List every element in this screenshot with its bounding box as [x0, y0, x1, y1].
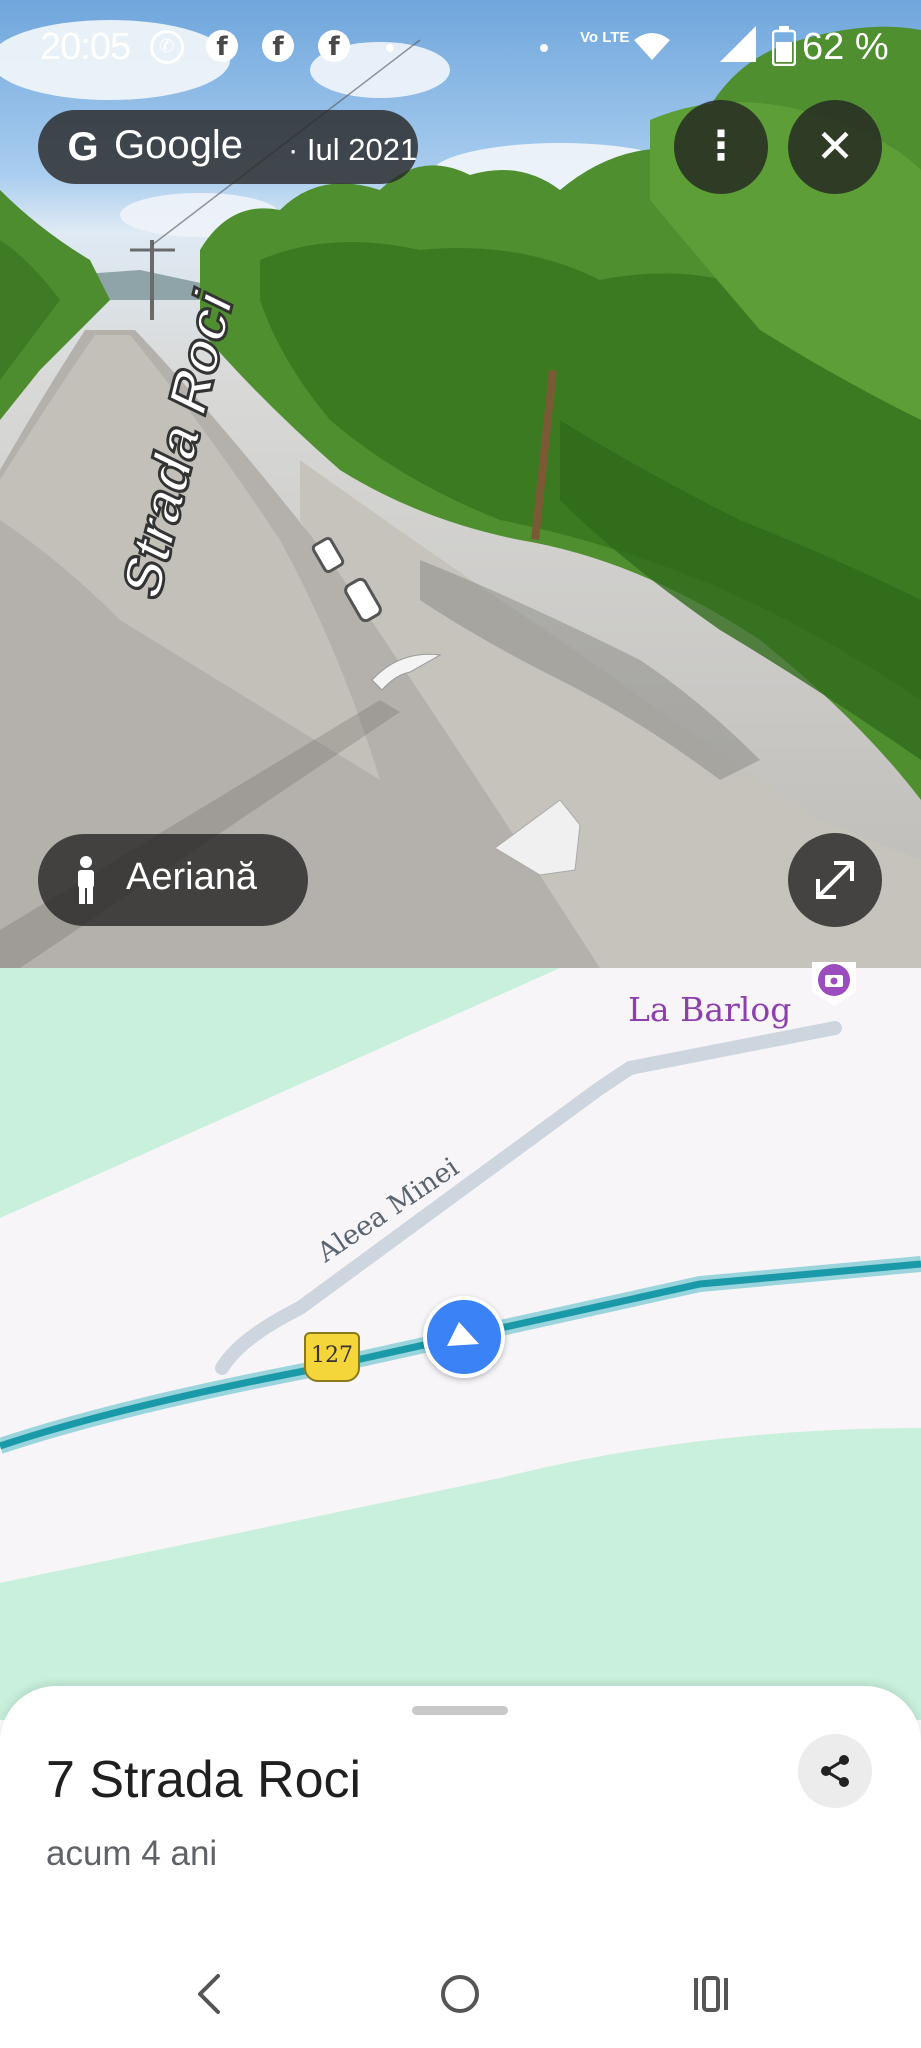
volte-icon: Vo LTE — [580, 29, 630, 46]
imagery-source-pill[interactable]: G Google · Iul 2021 — [38, 110, 418, 184]
back-icon[interactable] — [170, 1954, 250, 2034]
clock: 20:05 — [40, 26, 131, 68]
google-logo-icon: G — [67, 125, 99, 169]
facebook-icon: f — [318, 30, 350, 62]
notification-dot-icon — [540, 44, 548, 52]
camera-pin-icon[interactable] — [806, 962, 862, 1008]
signal-icon — [720, 26, 756, 62]
aerial-view-label: Aeriană — [126, 856, 257, 898]
battery-percent: 62 % — [802, 26, 889, 68]
pegman-icon — [78, 856, 94, 904]
notification-dot-icon — [386, 44, 394, 52]
wifi-icon — [634, 33, 670, 60]
expand-icon — [816, 861, 854, 899]
street-view-panorama[interactable]: Strada Roci 20:05 ✆ f f f Vo LTE 62 % G … — [0, 0, 921, 968]
close-icon: ✕ — [815, 120, 855, 172]
facebook-icon: f — [262, 30, 294, 62]
navigation-arrow-icon — [447, 1322, 479, 1346]
poi-label[interactable]: La Barlog — [628, 990, 791, 1029]
more-vert-icon: ⋮ — [701, 124, 741, 168]
close-button[interactable]: ✕ — [788, 100, 882, 194]
place-subtitle: acum 4 ani — [46, 1834, 218, 1873]
share-button[interactable] — [798, 1734, 872, 1808]
recent-apps-icon[interactable] — [672, 1954, 752, 2034]
status-bar: 20:05 ✆ f f f Vo LTE 62 % — [0, 0, 921, 96]
battery-icon — [772, 26, 796, 66]
fullscreen-button[interactable] — [788, 833, 882, 927]
share-icon — [821, 1755, 849, 1787]
home-icon[interactable] — [420, 1954, 500, 2034]
place-title: 7 Strada Roci — [46, 1751, 362, 1809]
route-shield: 127 — [304, 1332, 360, 1382]
current-location-puck[interactable] — [423, 1296, 505, 1378]
capture-date: · Iul 2021 — [288, 132, 418, 167]
more-options-button[interactable]: ⋮ — [674, 100, 768, 194]
drag-handle[interactable] — [412, 1706, 508, 1715]
provider-name: Google — [114, 123, 243, 167]
facebook-icon: f — [206, 30, 238, 62]
system-nav-bar — [0, 1940, 921, 2048]
aerial-view-button[interactable]: Aeriană — [38, 834, 308, 926]
whatsapp-icon: ✆ — [150, 30, 184, 64]
